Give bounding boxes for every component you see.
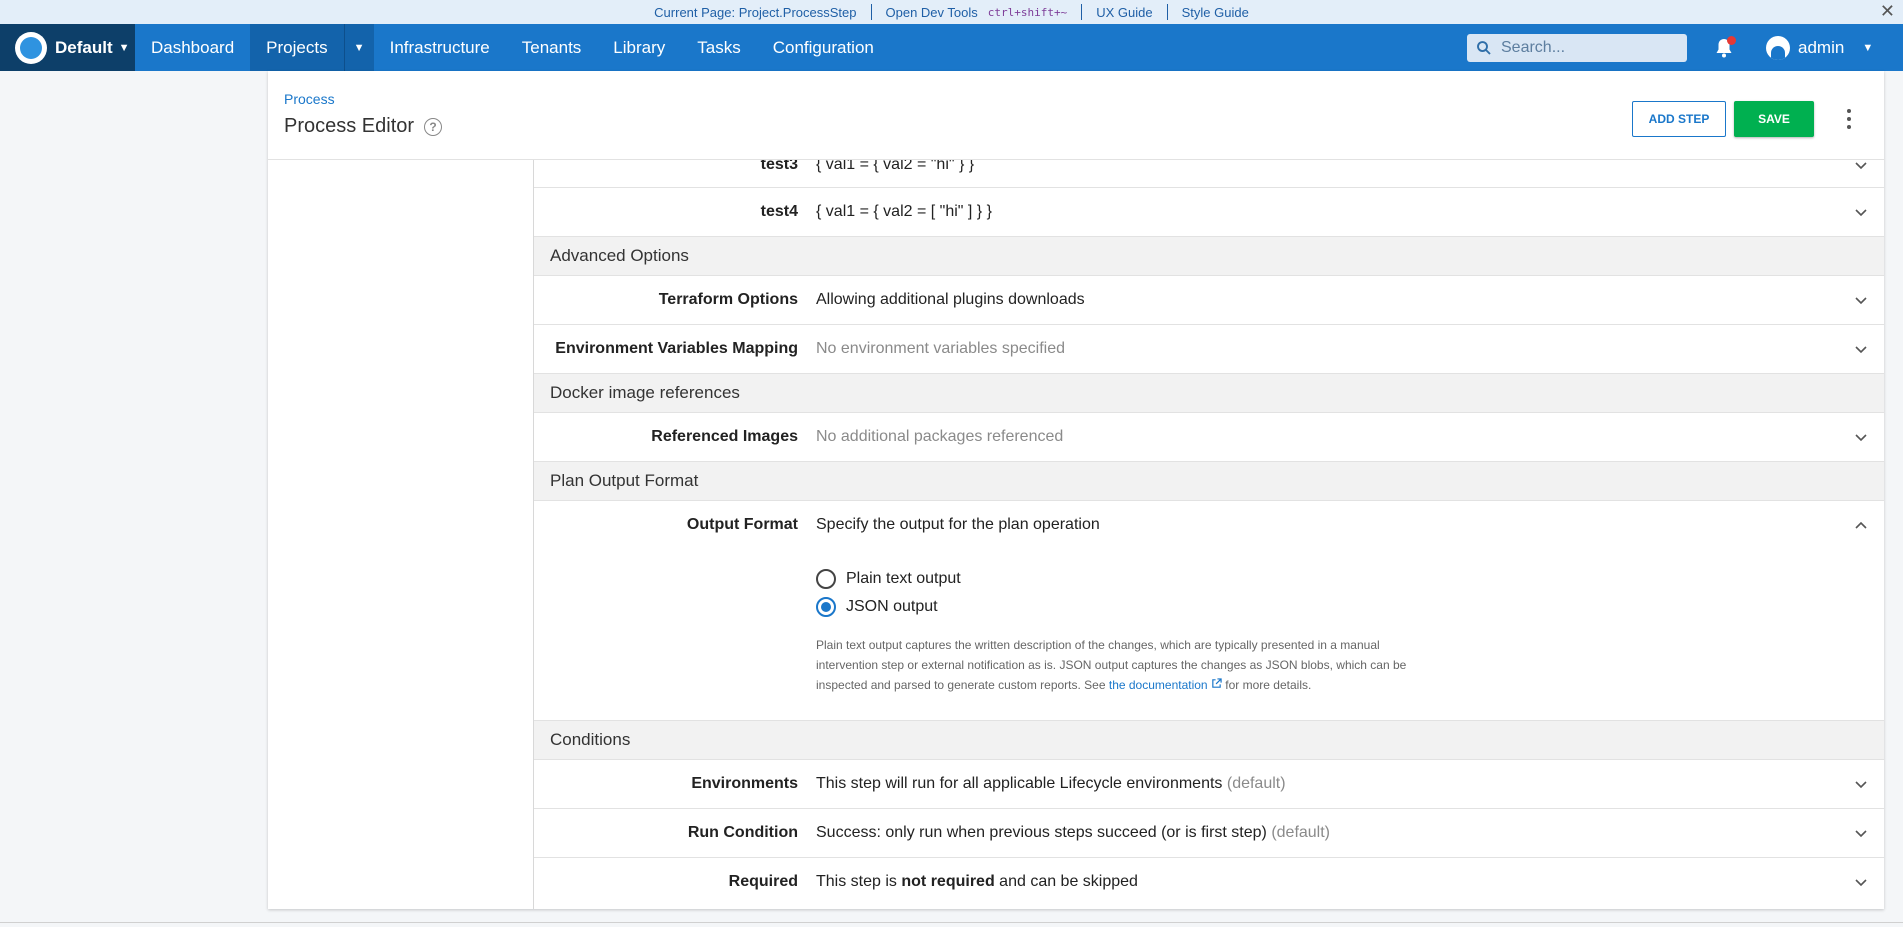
documentation-link[interactable]: the documentation <box>1109 678 1222 692</box>
close-icon[interactable]: ✕ <box>1880 2 1895 20</box>
radio-unchecked-icon <box>816 569 836 589</box>
environments-row[interactable]: Environments This step will run for all … <box>534 760 1884 809</box>
variable-row-test4[interactable]: test4 { val1 = { val2 = [ "hi" ] } } <box>534 188 1884 237</box>
style-guide-link[interactable]: Style Guide <box>1166 4 1263 20</box>
row-value: No environment variables specified <box>816 340 1066 357</box>
row-value: Success: only run when previous steps su… <box>816 824 1331 841</box>
add-step-button[interactable]: ADD STEP <box>1632 101 1726 137</box>
nav-dashboard[interactable]: Dashboard <box>135 24 250 71</box>
run-condition-row[interactable]: Run Condition Success: only run when pre… <box>534 809 1884 858</box>
row-value: This step will run for all applicable Li… <box>816 775 1286 792</box>
nav-tenants[interactable]: Tenants <box>506 24 598 71</box>
ux-guide-link[interactable]: UX Guide <box>1081 4 1166 20</box>
step-form: test3 { val1 = { val2 = "hi" } } test4 {… <box>534 160 1884 909</box>
chevron-down-icon[interactable] <box>1854 777 1868 791</box>
space-name: Default <box>55 37 113 57</box>
env-variables-mapping-row[interactable]: Environment Variables Mapping No environ… <box>534 325 1884 374</box>
row-value: Allowing additional plugins downloads <box>816 291 1085 308</box>
terraform-options-row[interactable]: Terraform Options Allowing additional pl… <box>534 276 1884 325</box>
row-value: { val1 = { val2 = [ "hi" ] } } <box>816 203 992 220</box>
chevron-down-icon[interactable] <box>1854 293 1868 307</box>
page-title: Process Editor <box>284 115 415 137</box>
variable-row-test3[interactable]: test3 { val1 = { val2 = "hi" } } <box>534 160 1884 188</box>
overflow-menu-icon[interactable] <box>1842 107 1856 131</box>
row-label: Required <box>728 873 798 890</box>
row-label: Referenced Images <box>651 428 798 445</box>
search-box[interactable] <box>1467 34 1687 62</box>
output-format-row: Output Format Specify the output for the… <box>534 501 1884 721</box>
user-menu[interactable]: admin ▼ <box>1766 24 1873 71</box>
page-header: Process Process Editor ? ADD STEP SAVE <box>268 71 1884 160</box>
row-label: Output Format <box>686 516 798 533</box>
row-label: test3 <box>760 160 798 173</box>
nav-tasks[interactable]: Tasks <box>681 24 756 71</box>
style-guide-text: Style Guide <box>1181 4 1249 20</box>
nav-library[interactable]: Library <box>597 24 681 71</box>
search-input[interactable] <box>1501 39 1681 57</box>
chevron-down-icon[interactable] <box>1854 160 1868 172</box>
projects-dropdown-caret-icon[interactable]: ▼ <box>343 24 374 71</box>
search-icon <box>1477 41 1491 55</box>
row-value: Specify the output for the plan operatio… <box>816 516 1100 533</box>
avatar <box>1766 35 1790 60</box>
radio-label: Plain text output <box>846 570 961 587</box>
note-end: for more details. <box>1225 678 1312 692</box>
space-switcher[interactable]: Default ▼ <box>0 24 135 71</box>
row-label: Environments <box>691 775 798 792</box>
radio-label: JSON output <box>846 598 938 615</box>
chevron-down-icon[interactable] <box>1854 205 1868 219</box>
chevron-up-icon[interactable] <box>1854 518 1868 532</box>
json-output-radio[interactable]: JSON output <box>816 597 938 617</box>
row-value: No additional packages referenced <box>816 428 1064 445</box>
top-navigation: Default ▼ Dashboard Projects ▼ Infrastru… <box>0 24 1903 71</box>
help-icon[interactable]: ? <box>424 117 443 136</box>
current-page-text: Current Page: Project.ProcessStep <box>654 4 857 20</box>
page-title-wrap: Process Editor ? <box>284 115 443 138</box>
external-link-icon <box>1212 678 1222 688</box>
chevron-down-icon[interactable] <box>1854 430 1868 444</box>
devtools-shortcut: ctrl+shift+~ <box>987 5 1068 19</box>
nav-configuration[interactable]: Configuration <box>757 24 890 71</box>
save-button[interactable]: SAVE <box>1734 101 1814 137</box>
username: admin <box>1798 37 1845 57</box>
open-devtools-link[interactable]: Open Dev Tools ctrl+shift+~ <box>870 4 1082 20</box>
notification-dot <box>1727 36 1736 45</box>
row-label: Environment Variables Mapping <box>555 340 798 357</box>
caret-down-icon: ▼ <box>118 41 130 54</box>
divider <box>0 922 1903 923</box>
chevron-down-icon[interactable] <box>1854 875 1868 889</box>
caret-down-icon: ▼ <box>1862 41 1874 54</box>
section-docker-image-references: Docker image references <box>534 374 1884 413</box>
required-row[interactable]: Required This step is not required and c… <box>534 858 1884 909</box>
section-advanced-options: Advanced Options <box>534 237 1884 276</box>
notifications-bell-icon[interactable] <box>1712 36 1736 60</box>
output-format-help-text: Plain text output captures the written d… <box>816 635 1416 695</box>
row-value: { val1 = { val2 = "hi" } } <box>816 160 975 173</box>
chevron-down-icon[interactable] <box>1854 342 1868 356</box>
row-value: This step is not required and can be ski… <box>816 873 1138 890</box>
row-label: Run Condition <box>687 824 798 841</box>
plain-text-output-radio[interactable]: Plain text output <box>816 569 961 589</box>
referenced-images-row[interactable]: Referenced Images No additional packages… <box>534 413 1884 462</box>
dev-toolbar: Current Page: Project.ProcessStep Open D… <box>0 0 1903 24</box>
breadcrumb[interactable]: Process <box>284 91 335 107</box>
row-label: test4 <box>760 203 798 220</box>
nav-infrastructure[interactable]: Infrastructure <box>374 24 506 71</box>
process-editor-card: Process Process Editor ? ADD STEP SAVE t… <box>268 71 1884 909</box>
section-conditions: Conditions <box>534 721 1884 760</box>
section-plan-output-format: Plan Output Format <box>534 462 1884 501</box>
step-sidebar <box>268 160 534 909</box>
row-label: Terraform Options <box>658 291 798 308</box>
ux-guide-text: UX Guide <box>1096 4 1153 20</box>
nav-projects[interactable]: Projects <box>250 24 344 71</box>
radio-checked-icon <box>816 597 836 617</box>
chevron-down-icon[interactable] <box>1854 826 1868 840</box>
octopus-logo-icon <box>15 31 47 64</box>
current-page-link[interactable]: Current Page: Project.ProcessStep <box>640 4 870 20</box>
devtools-text: Open Dev Tools <box>885 4 978 20</box>
